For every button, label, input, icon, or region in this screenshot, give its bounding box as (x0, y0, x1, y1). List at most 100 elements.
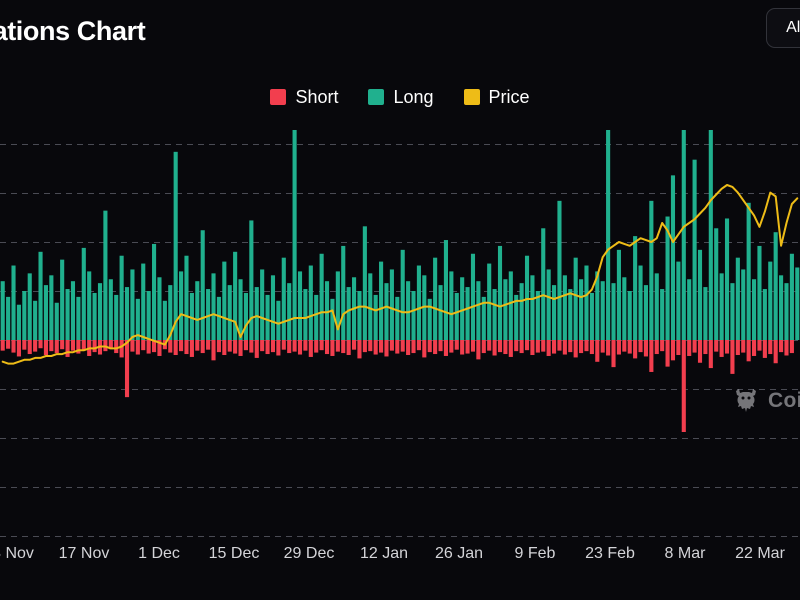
long-bar (124, 287, 130, 340)
long-bar (97, 283, 103, 340)
short-bar (22, 340, 27, 350)
short-bar (141, 340, 146, 351)
short-bar (227, 340, 232, 352)
short-bar (546, 340, 551, 356)
short-bar (60, 340, 65, 350)
long-bar (660, 289, 665, 340)
long-bar (33, 300, 38, 340)
short-bar (249, 340, 254, 353)
long-bar (589, 292, 594, 340)
short-bar (206, 340, 211, 350)
short-bar (600, 340, 605, 353)
long-bar (541, 228, 546, 340)
short-bar (589, 340, 594, 355)
short-bar (119, 340, 124, 358)
short-bar (352, 340, 357, 350)
short-bar (687, 340, 692, 356)
long-bar (157, 277, 162, 340)
long-bar (22, 291, 27, 340)
short-bar (276, 340, 281, 356)
short-bar (616, 340, 621, 355)
x-tick-label: 3 Nov (0, 545, 34, 562)
short-bar (573, 340, 578, 358)
legend-label: Short (295, 87, 339, 107)
long-bar (524, 255, 530, 340)
short-bar (281, 340, 286, 350)
short-bar (519, 340, 524, 354)
long-bar (616, 249, 621, 340)
long-bar (562, 275, 567, 340)
short-bar (222, 340, 227, 356)
long-bar (730, 283, 735, 340)
long-bar (692, 159, 697, 340)
short-bar (92, 340, 97, 353)
short-bar (454, 340, 459, 350)
short-bar (384, 340, 389, 357)
short-bar (562, 340, 567, 355)
short-bar (789, 340, 794, 354)
long-bar (6, 296, 11, 340)
long-bar (476, 281, 481, 340)
long-bar (676, 261, 681, 340)
long-bar (492, 289, 497, 340)
long-bar (443, 240, 448, 340)
short-bar (627, 340, 632, 354)
short-bar (503, 340, 508, 355)
long-bar (362, 226, 367, 340)
long-bar (503, 279, 508, 340)
short-bar (373, 340, 378, 355)
short-bar (0, 340, 5, 351)
short-bar (38, 340, 43, 349)
long-bar (357, 291, 362, 340)
long-bar (606, 130, 611, 340)
long-bar (627, 291, 632, 340)
legend-item-long[interactable]: Long (368, 88, 434, 106)
long-bar (265, 294, 270, 340)
short-bars (0, 340, 794, 432)
chart-plot-area[interactable] (0, 130, 800, 542)
long-bar (49, 275, 54, 340)
short-bar (465, 340, 470, 354)
long-bar (200, 230, 205, 340)
square-swatch-icon (463, 89, 480, 105)
square-swatch-icon (270, 89, 287, 105)
short-bar (746, 340, 751, 362)
long-bar (227, 285, 232, 340)
short-bar (470, 340, 476, 352)
long-bar (762, 289, 767, 340)
long-bar (281, 257, 286, 340)
legend-label: Price (488, 87, 530, 107)
long-bar (16, 304, 21, 340)
long-bar (292, 130, 297, 340)
long-bar (130, 269, 135, 340)
long-bar (752, 279, 757, 340)
short-bar (443, 340, 448, 356)
short-bar (622, 340, 627, 352)
short-bar (649, 340, 654, 372)
short-bar (238, 340, 243, 356)
long-bar (465, 287, 470, 340)
short-bar (422, 340, 427, 358)
long-bar (654, 273, 659, 340)
long-bar (87, 271, 92, 340)
short-bar (303, 340, 308, 351)
long-bar (400, 249, 405, 340)
long-bar (552, 285, 557, 340)
time-range-button[interactable]: All (766, 8, 800, 48)
legend-item-price[interactable]: Price (463, 87, 530, 107)
short-bar (492, 340, 497, 356)
legend-item-short[interactable]: Short (270, 88, 338, 106)
short-bar (11, 340, 16, 353)
short-bar (54, 340, 59, 354)
long-bar (54, 302, 59, 340)
long-bar (681, 130, 686, 340)
long-bar (108, 279, 113, 340)
short-bar (579, 340, 584, 354)
short-bar (184, 340, 189, 355)
long-bar (179, 271, 184, 340)
short-bar (535, 340, 540, 353)
x-tick-label: 17 Nov (58, 545, 110, 562)
long-bar (784, 283, 789, 340)
long-bar (319, 253, 324, 340)
short-bar (411, 340, 416, 354)
